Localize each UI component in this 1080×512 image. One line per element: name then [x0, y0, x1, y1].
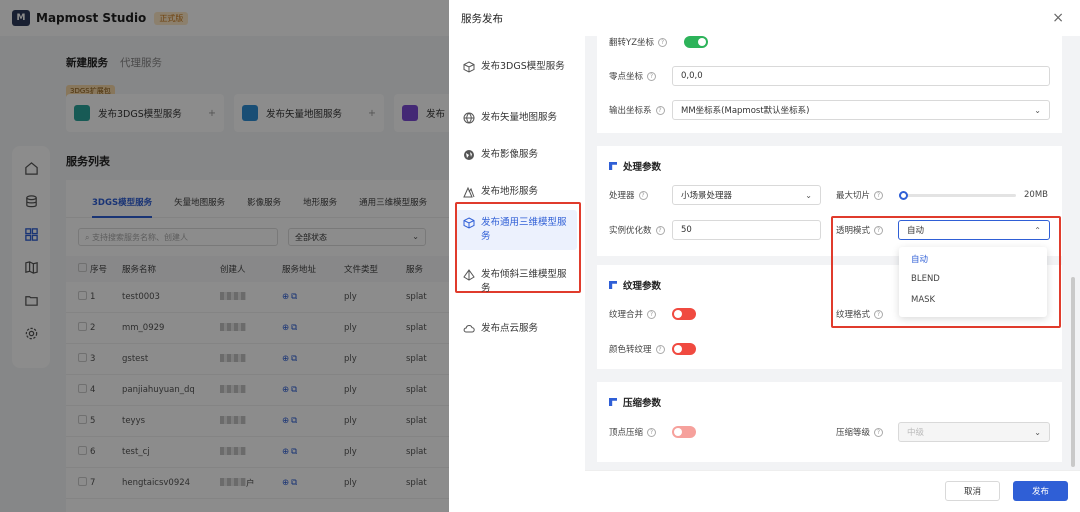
nav-imagery[interactable]: 发布影像服务 [455, 142, 577, 168]
globe-icon [463, 112, 475, 124]
publish-drawer: 服务发布 × 发布3DGS模型服务 发布矢量地图服务 发布影像服务 发布地形服务… [449, 0, 1080, 512]
compress-params-card: 压缩参数 顶点压缩? 压缩等级? 中级 ⌄ [597, 382, 1062, 462]
compress-level-label: 压缩等级 [836, 428, 871, 438]
max-tile-slider[interactable] [899, 194, 1016, 197]
color-texture-label: 颜色转纹理 [609, 345, 652, 355]
crs-label: 输出坐标系 [609, 106, 652, 116]
help-icon: ? [874, 427, 884, 437]
vertex-compress-toggle[interactable] [672, 426, 696, 438]
help-icon: ? [647, 309, 657, 319]
max-tile-slider-handle[interactable] [899, 191, 908, 200]
help-icon: ? [658, 37, 668, 47]
scrollbar[interactable] [1071, 277, 1075, 467]
publish-nav: 发布3DGS模型服务 发布矢量地图服务 发布影像服务 发布地形服务 发布通用三维… [449, 36, 585, 512]
help-icon: ? [655, 344, 665, 354]
texture-merge-toggle[interactable] [672, 308, 696, 320]
section-icon [609, 162, 617, 170]
texture-title: 纹理参数 [623, 281, 662, 292]
help-icon: ? [874, 190, 884, 200]
basic-params-card: 翻转YZ坐标? 零点坐标? 0,0,0 输出坐标系? MM坐标系(Mapmost… [597, 36, 1062, 133]
drawer-title: 服务发布 [461, 12, 503, 25]
nav-oblique[interactable]: 发布倾斜三维模型服务 [455, 262, 577, 302]
nav-3dgs[interactable]: 发布3DGS模型服务 [455, 54, 577, 80]
nav-pointcloud[interactable]: 发布点云服务 [455, 316, 577, 342]
help-icon: ? [655, 105, 665, 115]
chevron-down-icon: ⌄ [1034, 427, 1041, 437]
processor-select[interactable]: 小场景处理器 ⌄ [672, 185, 821, 205]
chevron-down-icon: ⌄ [805, 190, 812, 200]
origin-label: 零点坐标 [609, 72, 644, 82]
processor-label: 处理器 [609, 191, 635, 201]
max-tile-label: 最大切片 [836, 191, 871, 201]
help-icon: ? [647, 427, 657, 437]
crs-select[interactable]: MM坐标系(Mapmost默认坐标系) ⌄ [672, 100, 1050, 120]
flip-yz-toggle[interactable] [684, 36, 708, 48]
section-icon [609, 281, 617, 289]
color-texture-toggle[interactable] [672, 343, 696, 355]
max-tile-value: 20MB [1024, 190, 1048, 200]
close-icon[interactable]: × [1052, 10, 1064, 26]
compress-level-select[interactable]: 中级 ⌄ [898, 422, 1050, 442]
tilt-pyramid-icon [463, 269, 475, 281]
help-icon: ? [647, 71, 657, 81]
origin-input[interactable]: 0,0,0 [672, 66, 1050, 86]
transparent-highlight-box [831, 216, 1061, 328]
compress-title: 压缩参数 [623, 398, 662, 409]
cloud-icon [463, 325, 475, 333]
mountain-icon [463, 186, 475, 198]
help-icon: ? [638, 190, 648, 200]
chevron-down-icon: ⌄ [1034, 105, 1041, 115]
section-icon [609, 398, 617, 406]
help-icon: ? [655, 225, 665, 235]
cube-outline-icon [463, 61, 475, 73]
drawer-footer: 取消 发布 [585, 470, 1080, 512]
vertex-compress-label: 顶点压缩 [609, 428, 644, 438]
nav-vector[interactable]: 发布矢量地图服务 [455, 105, 577, 131]
instance-input[interactable]: 50 [672, 220, 821, 240]
processing-title: 处理参数 [623, 162, 662, 173]
image-globe-icon [464, 150, 474, 160]
publish-button[interactable]: 发布 [1013, 481, 1068, 501]
cancel-button[interactable]: 取消 [945, 481, 1000, 501]
texture-merge-label: 纹理合并 [609, 310, 644, 320]
instance-label: 实例优化数 [609, 226, 652, 236]
drawer-header: 服务发布 × [449, 0, 1080, 36]
flip-yz-label: 翻转YZ坐标 [609, 38, 655, 48]
